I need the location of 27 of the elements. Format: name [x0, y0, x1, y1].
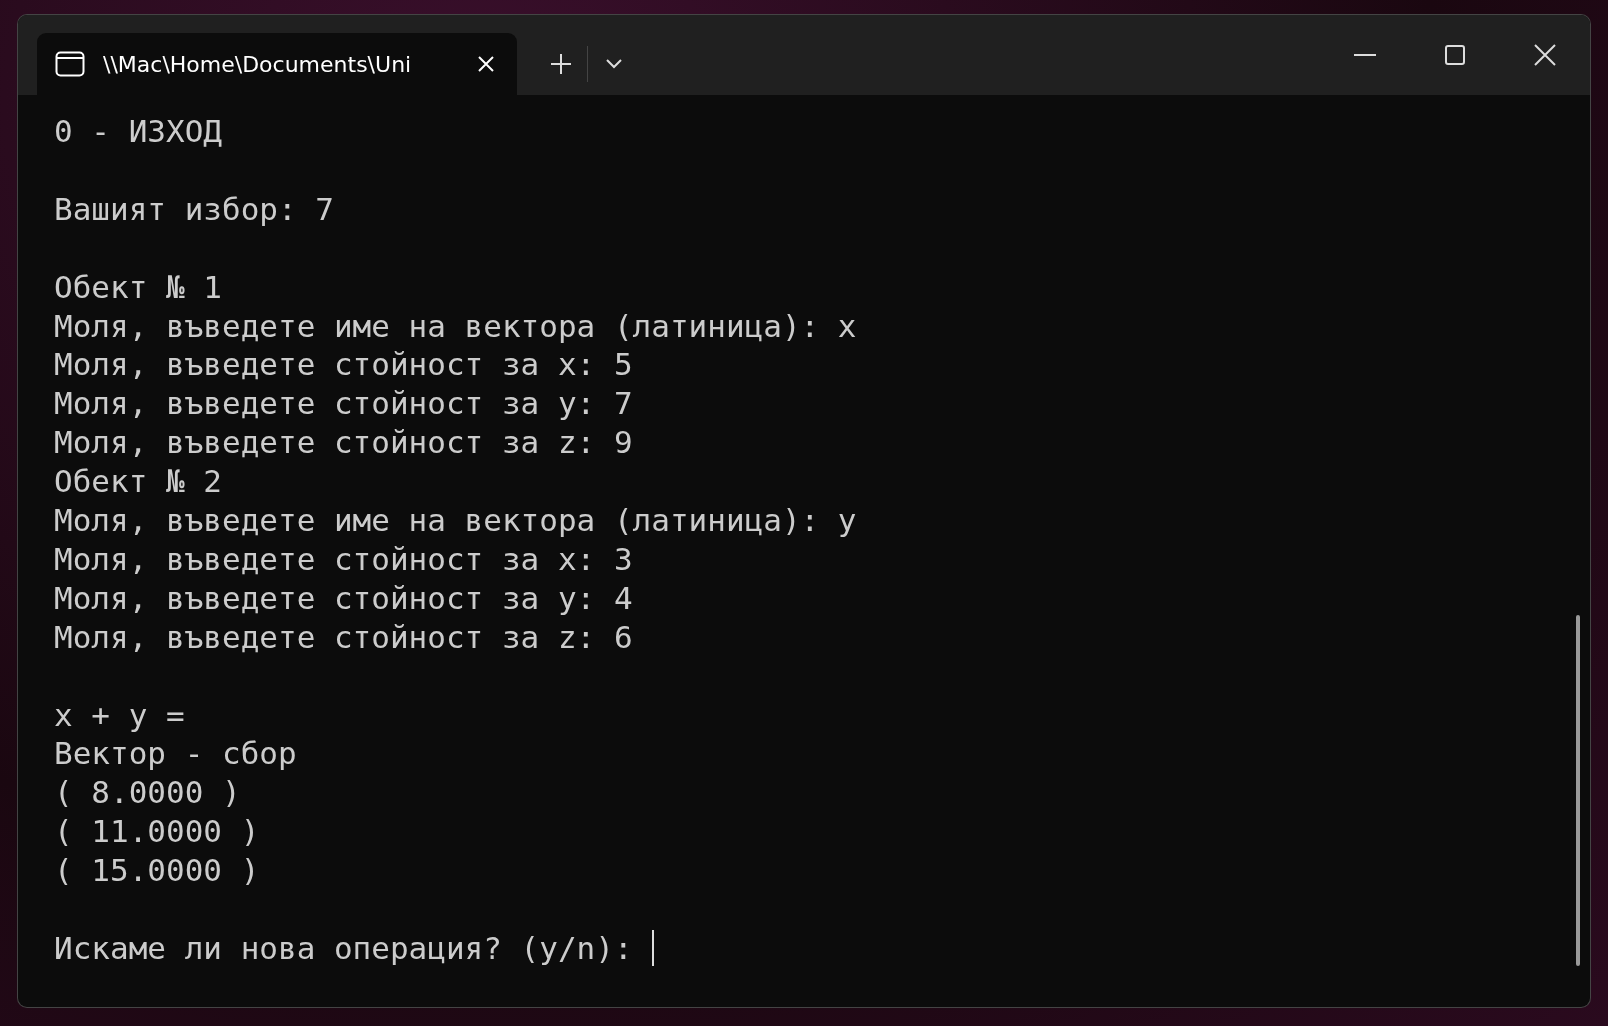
maximize-icon [1445, 45, 1465, 65]
terminal-line: Вектор - сбор [54, 734, 297, 774]
terminal-line: Моля, въведете стойност за x: 3 [54, 539, 633, 579]
terminal-line: Обект № 1 [54, 267, 222, 307]
terminal-line: Моля, въведете име на вектора (латиница): y [54, 501, 857, 540]
scrollbar-thumb[interactable] [1576, 615, 1580, 966]
terminal-line: Вашият избор: 7 [54, 189, 334, 229]
terminal-tab[interactable]: \\Mac\Home\Documents\Uni [37, 33, 517, 95]
minimize-icon [1354, 54, 1376, 56]
terminal-line: ( 8.0000 ) [54, 773, 241, 813]
terminal-line: Моля, въведете стойност за z: 9 [54, 423, 633, 463]
terminal-line: Моля, въведете стойност за z: 6 [54, 617, 633, 657]
terminal-line: x + y = [54, 695, 185, 735]
terminal-line: ( 15.0000 ) [54, 851, 260, 891]
prompt-line: Искаме ли нова операция? (y/n): [54, 928, 633, 968]
terminal-line: Моля, въведете стойност за y: 4 [54, 578, 633, 618]
terminal-line: Моля, въведете стойност за y: 7 [54, 384, 633, 424]
terminal-line: Моля, въведете стойност за x: 5 [54, 345, 633, 385]
close-icon[interactable] [477, 55, 495, 73]
chevron-down-icon [606, 59, 622, 69]
close-icon [1534, 44, 1556, 66]
tab-title: \\Mac\Home\Documents\Uni [103, 51, 413, 77]
terminal-line: Обект № 2 [54, 462, 222, 502]
terminal-line: 0 - ИЗХОД [54, 112, 222, 151]
plus-icon [551, 54, 571, 74]
terminal-line: Моля, въведете име на вектора (латиница): x [54, 306, 857, 346]
terminal-line: ( 11.0000 ) [54, 812, 260, 852]
